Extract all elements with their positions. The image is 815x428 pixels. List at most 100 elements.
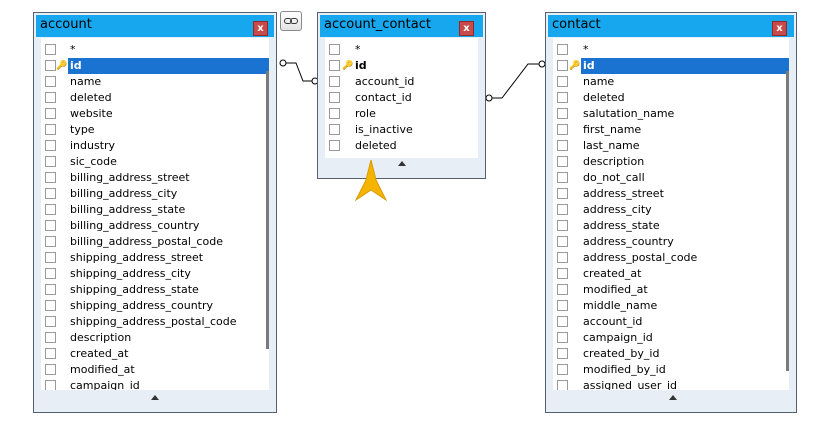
column-row[interactable]: role [325,106,478,122]
column-row[interactable]: contact_id [325,90,478,106]
column-checkbox[interactable] [45,108,56,119]
column-row[interactable]: description [41,330,269,346]
table-account-contact-close-button[interactable]: x [459,21,474,36]
column-checkbox[interactable] [557,300,568,311]
table-account-collapse-icon[interactable] [151,395,159,400]
table-account-scrollbar[interactable] [266,71,269,349]
column-checkbox[interactable] [557,156,568,167]
column-row[interactable]: 🔑 id [325,58,478,74]
column-row[interactable]: billing_address_postal_code [41,234,269,250]
column-checkbox[interactable] [45,172,56,183]
column-checkbox[interactable] [45,92,56,103]
column-row[interactable]: billing_address_country [41,218,269,234]
column-checkbox[interactable] [557,76,568,87]
column-checkbox[interactable] [329,92,340,103]
table-contact-title[interactable]: contact [548,15,794,37]
column-row[interactable]: shipping_address_postal_code [41,314,269,330]
column-checkbox[interactable] [557,44,568,55]
column-checkbox[interactable] [329,108,340,119]
column-checkbox[interactable] [557,252,568,263]
column-row[interactable]: deleted [41,90,269,106]
column-checkbox[interactable] [557,236,568,247]
column-checkbox[interactable] [557,188,568,199]
column-checkbox[interactable] [329,44,340,55]
column-row[interactable]: last_name [553,138,789,154]
column-checkbox[interactable] [557,316,568,327]
column-row[interactable]: address_postal_code [553,250,789,266]
column-checkbox[interactable] [45,140,56,151]
column-row[interactable]: 🔑 id [553,58,789,74]
column-checkbox[interactable] [45,332,56,343]
column-checkbox[interactable] [329,60,340,71]
column-checkbox[interactable] [45,124,56,135]
column-checkbox[interactable] [45,204,56,215]
column-row[interactable]: billing_address_street [41,170,269,186]
table-account-title[interactable]: account [36,15,274,37]
column-row[interactable]: 🔑 id [41,58,269,74]
column-checkbox[interactable] [557,60,568,71]
table-account-contact[interactable]: account_contact x * 🔑 id account_id contact_… [317,12,486,179]
column-row[interactable]: do_not_call [553,170,789,186]
column-checkbox[interactable] [557,124,568,135]
column-row[interactable]: * [325,42,478,58]
column-checkbox[interactable] [45,300,56,311]
column-checkbox[interactable] [557,364,568,375]
column-row[interactable]: campaign_id [553,330,789,346]
column-row[interactable]: assigned_user_id [553,378,789,390]
column-row[interactable]: created_at [41,346,269,362]
column-row[interactable]: middle_name [553,298,789,314]
column-row[interactable]: website [41,106,269,122]
column-row[interactable]: sic_code [41,154,269,170]
column-checkbox[interactable] [329,76,340,87]
column-checkbox[interactable] [45,156,56,167]
column-checkbox[interactable] [45,348,56,359]
column-checkbox[interactable] [557,348,568,359]
column-checkbox[interactable] [45,76,56,87]
column-checkbox[interactable] [557,204,568,215]
column-row[interactable]: billing_address_city [41,186,269,202]
column-checkbox[interactable] [45,316,56,327]
column-row[interactable]: address_country [553,234,789,250]
column-row[interactable]: address_city [553,202,789,218]
column-checkbox[interactable] [45,284,56,295]
column-row[interactable]: shipping_address_state [41,282,269,298]
link-button[interactable] [280,11,302,31]
column-row[interactable]: name [553,74,789,90]
column-row[interactable]: account_id [553,314,789,330]
column-row[interactable]: billing_address_state [41,202,269,218]
column-row[interactable]: modified_at [41,362,269,378]
column-row[interactable]: industry [41,138,269,154]
column-checkbox[interactable] [45,220,56,231]
column-row[interactable]: modified_by_id [553,362,789,378]
column-row[interactable]: deleted [325,138,478,154]
column-row[interactable]: address_state [553,218,789,234]
column-checkbox[interactable] [45,380,56,390]
column-checkbox[interactable] [557,92,568,103]
column-checkbox[interactable] [329,140,340,151]
column-row[interactable]: first_name [553,122,789,138]
column-checkbox[interactable] [45,364,56,375]
table-account[interactable]: account x * 🔑 id name deleted website type indu… [33,12,277,413]
column-row[interactable]: type [41,122,269,138]
table-contact-collapse-icon[interactable] [669,395,677,400]
column-row[interactable]: address_street [553,186,789,202]
column-checkbox[interactable] [45,188,56,199]
column-row[interactable]: campaign_id [41,378,269,390]
column-row[interactable]: description [553,154,789,170]
column-row[interactable]: * [553,42,789,58]
column-row[interactable]: shipping_address_city [41,266,269,282]
column-row[interactable]: deleted [553,90,789,106]
table-contact-close-button[interactable]: x [772,21,787,36]
column-checkbox[interactable] [329,124,340,135]
column-row[interactable]: created_by_id [553,346,789,362]
column-row[interactable]: is_inactive [325,122,478,138]
table-contact[interactable]: contact x * 🔑 id name deleted salutation_name… [545,12,797,413]
column-row[interactable]: * [41,42,269,58]
table-contact-scrollbar[interactable] [786,71,789,371]
column-checkbox[interactable] [557,108,568,119]
column-row[interactable]: modified_at [553,282,789,298]
column-row[interactable]: shipping_address_country [41,298,269,314]
column-row[interactable]: created_at [553,266,789,282]
column-checkbox[interactable] [557,172,568,183]
column-checkbox[interactable] [45,252,56,263]
